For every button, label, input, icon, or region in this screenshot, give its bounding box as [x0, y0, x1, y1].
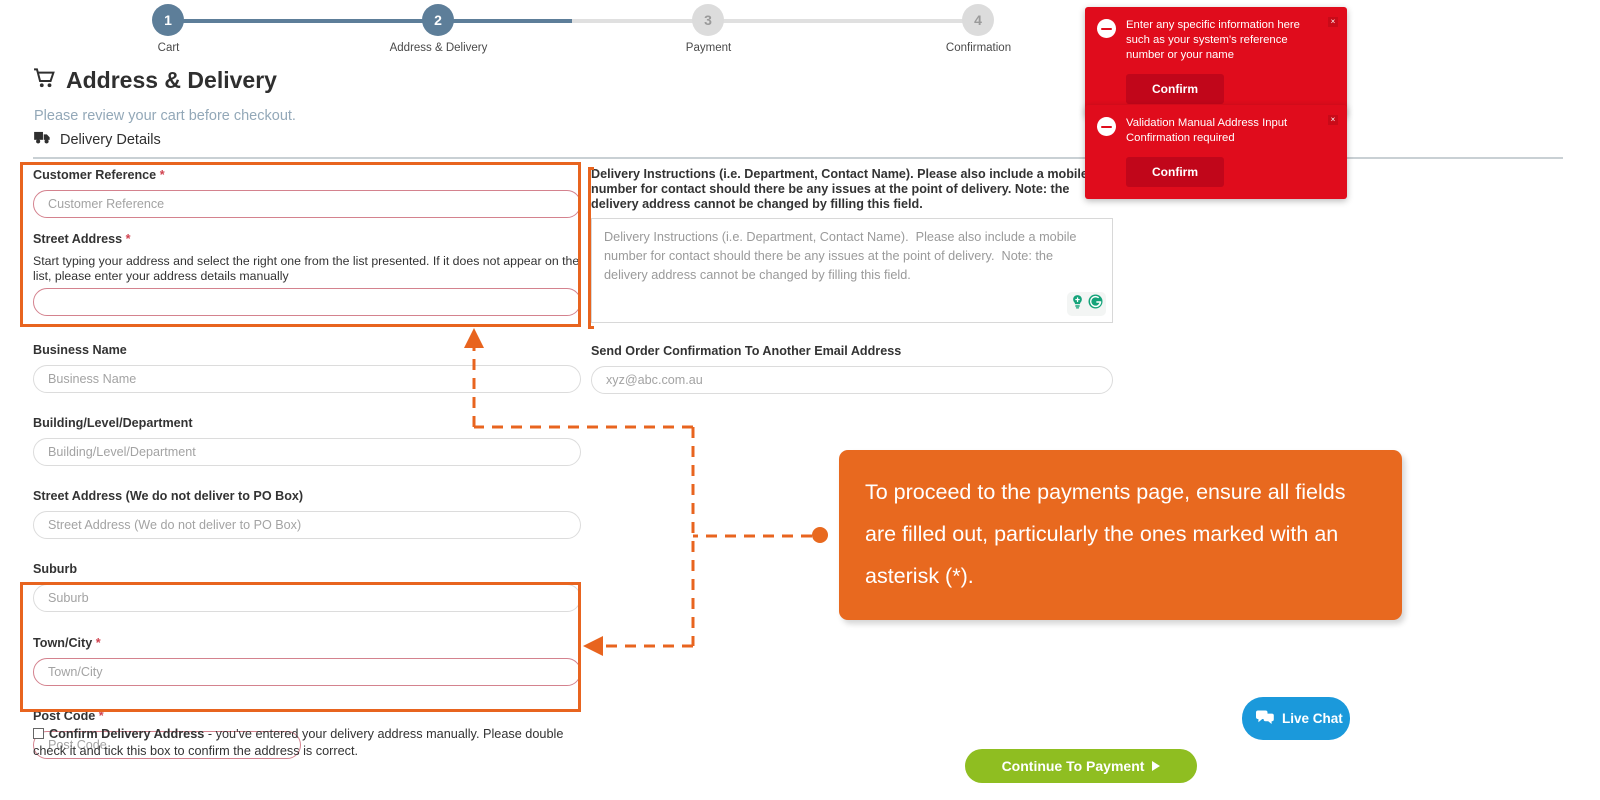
field-building-level-department: Building/Level/Department [33, 415, 581, 466]
grammarly-g-icon[interactable] [1087, 293, 1104, 315]
stepper-step-number: 4 [962, 4, 994, 36]
field-town-city: Town/City * [33, 635, 581, 686]
stepper-step-cart[interactable]: 1 Cart [152, 4, 184, 54]
live-chat-label: Live Chat [1282, 711, 1343, 726]
town-city-label: Town/City * [33, 635, 581, 652]
minus-circle-icon [1097, 117, 1116, 136]
building-level-department-input[interactable] [33, 438, 581, 466]
confirmation-email-label: Send Order Confirmation To Another Email… [591, 344, 902, 359]
toast-body: Validation Manual Address Input Confirma… [1097, 116, 1335, 146]
delivery-form-left-column: Customer Reference * Street Address * St… [33, 167, 581, 772]
stepper-step-number: 1 [152, 4, 184, 36]
lightbulb-icon[interactable] [1069, 293, 1086, 315]
stepper-step-number: 2 [422, 4, 454, 36]
confirm-delivery-address-checkbox[interactable] [33, 728, 44, 739]
stepper-step-number: 3 [692, 4, 724, 36]
minus-circle-icon [1097, 19, 1116, 38]
page-subtitle: Please review your cart before checkout. [34, 108, 296, 124]
toast-notification-validation: × Validation Manual Address Input Confir… [1085, 105, 1347, 200]
field-street-address: Street Address (We do not deliver to PO … [33, 488, 581, 539]
suburb-input[interactable] [33, 584, 581, 612]
checkout-page: 1 Cart 2 Address & Delivery 3 Payment 4 … [0, 0, 1600, 800]
required-asterisk: * [125, 232, 131, 246]
live-chat-button[interactable]: Live Chat [1242, 697, 1350, 740]
toast-message: Enter any specific information here such… [1126, 19, 1300, 62]
checkout-progress-stepper: 1 Cart 2 Address & Delivery 3 Payment 4 … [0, 0, 1160, 58]
shopping-cart-icon [33, 67, 56, 94]
play-arrow-icon [1152, 761, 1161, 771]
callout-anchor-dot [812, 527, 828, 543]
field-confirmation-email: Send Order Confirmation To Another Email… [591, 343, 1113, 395]
chat-bubbles-icon [1256, 710, 1274, 728]
confirm-delivery-address-row[interactable]: Confirm Delivery Address - you've entere… [33, 726, 593, 760]
delivery-form-right-column: Delivery Instructions (i.e. Department, … [591, 167, 1113, 407]
building-level-department-label: Building/Level/Department [33, 416, 193, 430]
stepper-step-label: Cart [157, 42, 180, 54]
label-text: Town/City [33, 636, 93, 650]
street-address-label: Street Address (We do not deliver to PO … [33, 489, 304, 503]
label-text: Post Code [33, 709, 96, 723]
toast-notification-reference-info: × Enter any specific information here su… [1085, 7, 1347, 117]
toast-close-icon[interactable]: × [1328, 17, 1338, 27]
delivery-instructions-label: Delivery Instructions (i.e. Department, … [591, 167, 1088, 212]
stepper-step-label: Confirmation [945, 42, 1012, 54]
delivery-details-label: Delivery Details [60, 131, 161, 148]
stepper-line-remaining [572, 19, 978, 23]
customer-reference-label: Customer Reference * [33, 167, 581, 184]
required-asterisk: * [98, 709, 104, 723]
toast-confirm-button[interactable]: Confirm [1126, 157, 1224, 188]
toast-body: Enter any specific information here such… [1097, 18, 1335, 63]
toast-confirm-button[interactable]: Confirm [1126, 74, 1224, 105]
continue-to-payment-label: Continue To Payment [1001, 758, 1145, 774]
page-title-text: Address & Delivery [66, 67, 277, 93]
business-name-label: Business Name [33, 343, 127, 357]
annotation-arrow-left [583, 636, 603, 656]
confirmation-email-input[interactable] [591, 366, 1113, 395]
field-suburb: Suburb [33, 561, 581, 612]
field-customer-reference: Customer Reference * [33, 167, 581, 218]
field-delivery-instructions: Delivery Instructions (i.e. Department, … [591, 167, 1113, 324]
stepper-step-address-delivery[interactable]: 2 Address & Delivery [390, 4, 487, 54]
delivery-truck-icon [34, 131, 51, 148]
field-street-address-lookup: Street Address * Start typing your addre… [33, 231, 581, 316]
street-address-lookup-input[interactable] [33, 288, 581, 316]
label-text: Customer Reference [33, 168, 157, 182]
label-text: Street Address [33, 232, 123, 246]
stepper-step-label: Payment [685, 42, 732, 54]
stepper-step-confirmation[interactable]: 4 Confirmation [946, 4, 1011, 54]
required-asterisk: * [95, 636, 101, 650]
delivery-instructions-wrapper [591, 218, 1113, 324]
grammarly-badge[interactable] [1067, 292, 1106, 317]
street-address-lookup-label: Street Address * [33, 231, 581, 248]
stepper-line-completed [168, 19, 572, 23]
street-address-input[interactable] [33, 511, 581, 539]
stepper-step-label: Address & Delivery [389, 42, 488, 54]
suburb-label: Suburb [33, 562, 78, 576]
toast-close-icon[interactable]: × [1328, 115, 1338, 125]
page-title: Address & Delivery [33, 67, 277, 94]
instruction-callout: To proceed to the payments page, ensure … [839, 450, 1402, 620]
toast-message: Validation Manual Address Input Confirma… [1126, 117, 1288, 145]
continue-to-payment-button[interactable]: Continue To Payment [965, 749, 1197, 783]
street-address-lookup-help: Start typing your address and select the… [33, 254, 580, 283]
delivery-instructions-textarea[interactable] [591, 218, 1113, 324]
delivery-details-heading: Delivery Details [34, 131, 161, 148]
post-code-label: Post Code * [33, 708, 581, 725]
required-asterisk: * [159, 168, 165, 182]
customer-reference-input[interactable] [33, 190, 581, 218]
stepper-step-payment[interactable]: 3 Payment [686, 4, 731, 54]
confirm-delivery-address-strong-label: Confirm Delivery Address [49, 727, 205, 741]
business-name-input[interactable] [33, 365, 581, 393]
field-business-name: Business Name [33, 342, 581, 393]
town-city-input[interactable] [33, 658, 581, 686]
